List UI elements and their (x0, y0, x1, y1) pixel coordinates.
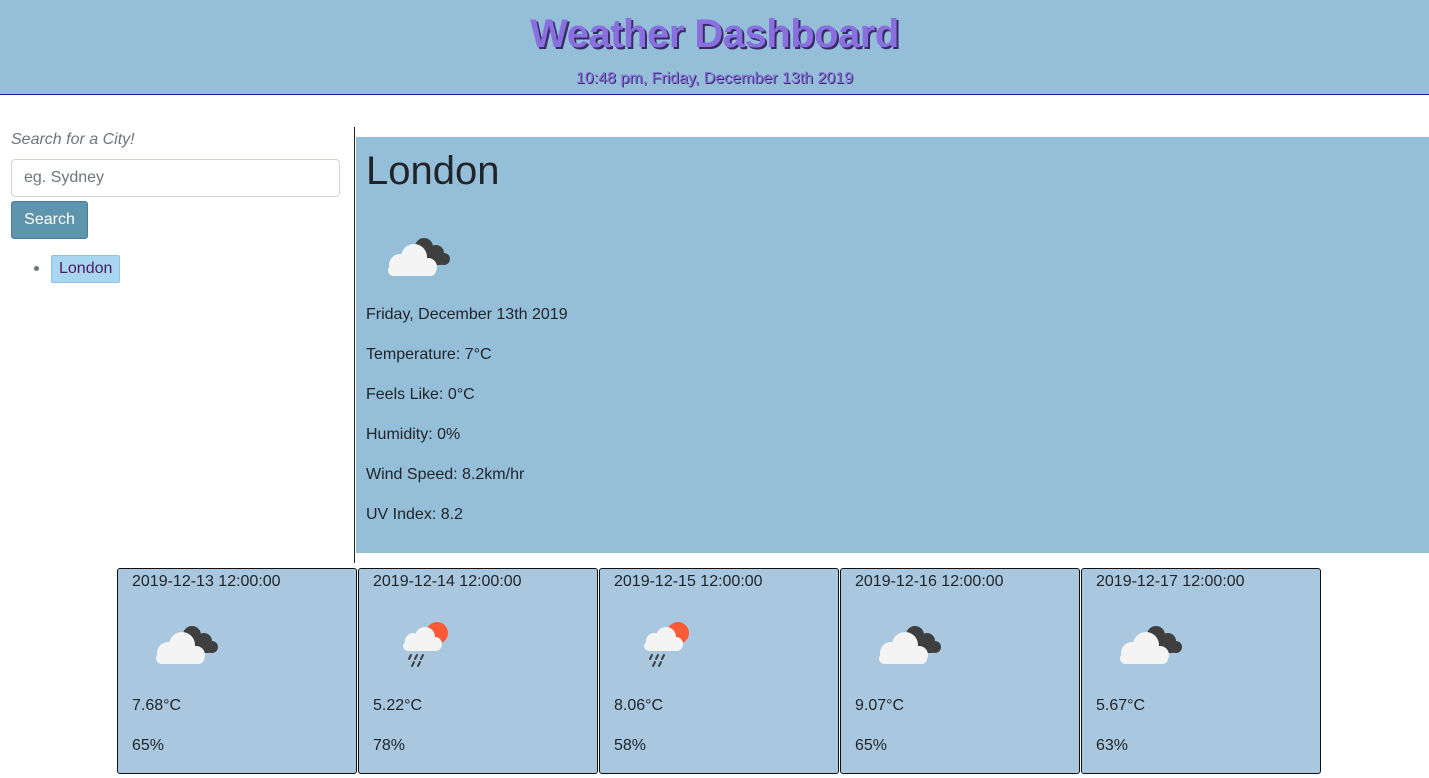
current-uv-index: UV Index: 8.2 (366, 506, 463, 523)
broken-clouds-icon (388, 238, 450, 276)
broken-clouds-icon (1120, 626, 1182, 664)
forecast-date: 2019-12-14 12:00:00 (373, 573, 522, 590)
forecast-temperature: 5.22°C (373, 697, 423, 714)
header: Weather Dashboard 10:48 pm, Friday, Dece… (0, 0, 1429, 95)
forecast-temperature: 5.67°C (1096, 697, 1146, 714)
forecast-row: 2019-12-13 12:00:00 7.68°C 65% 2019-12-1… (117, 568, 1322, 774)
forecast-card: 2019-12-15 12:00:00 8.06°C 58% (599, 568, 839, 774)
page-title: Weather Dashboard (530, 12, 899, 56)
search-button[interactable]: Search (11, 201, 88, 239)
search-label: Search for a City! (11, 131, 135, 148)
forecast-date: 2019-12-17 12:00:00 (1096, 573, 1245, 590)
sun-rain-icon (644, 622, 689, 667)
current-feels-like: Feels Like: 0°C (366, 386, 475, 403)
forecast-card: 2019-12-17 12:00:00 5.67°C 63% (1081, 568, 1321, 774)
forecast-humidity: 65% (855, 737, 888, 754)
forecast-card: 2019-12-14 12:00:00 5.22°C 78% (358, 568, 598, 774)
search-input[interactable] (11, 159, 340, 197)
current-weather-panel: London Friday, December 13th 2019 Temper… (356, 137, 1429, 553)
broken-clouds-icon (156, 626, 218, 664)
history-city-link[interactable]: London (51, 255, 121, 283)
list-item: London (32, 255, 121, 285)
search-history-list: London (32, 255, 121, 285)
forecast-date: 2019-12-16 12:00:00 (855, 573, 1004, 590)
sidebar: Search for a City! Search London (0, 127, 355, 563)
city-name: London (366, 149, 500, 193)
forecast-temperature: 9.07°C (855, 697, 905, 714)
forecast-date: 2019-12-13 12:00:00 (132, 573, 281, 590)
forecast-humidity: 65% (132, 737, 165, 754)
current-datetime: 10:48 pm, Friday, December 13th 2019 (575, 70, 854, 87)
current-humidity: Humidity: 0% (366, 426, 461, 443)
current-wind-speed: Wind Speed: 8.2km/hr (366, 466, 525, 483)
forecast-temperature: 8.06°C (614, 697, 664, 714)
sun-rain-icon (403, 622, 448, 667)
current-temperature: Temperature: 7°C (366, 346, 492, 363)
forecast-temperature: 7.68°C (132, 697, 182, 714)
forecast-humidity: 58% (614, 737, 647, 754)
forecast-humidity: 63% (1096, 737, 1129, 754)
broken-clouds-icon (879, 626, 941, 664)
forecast-card: 2019-12-13 12:00:00 7.68°C 65% (117, 568, 357, 774)
forecast-card: 2019-12-16 12:00:00 9.07°C 65% (840, 568, 1080, 774)
forecast-date: 2019-12-15 12:00:00 (614, 573, 763, 590)
bullet-icon (34, 266, 39, 271)
current-date: Friday, December 13th 2019 (366, 306, 568, 323)
forecast-humidity: 78% (373, 737, 406, 754)
